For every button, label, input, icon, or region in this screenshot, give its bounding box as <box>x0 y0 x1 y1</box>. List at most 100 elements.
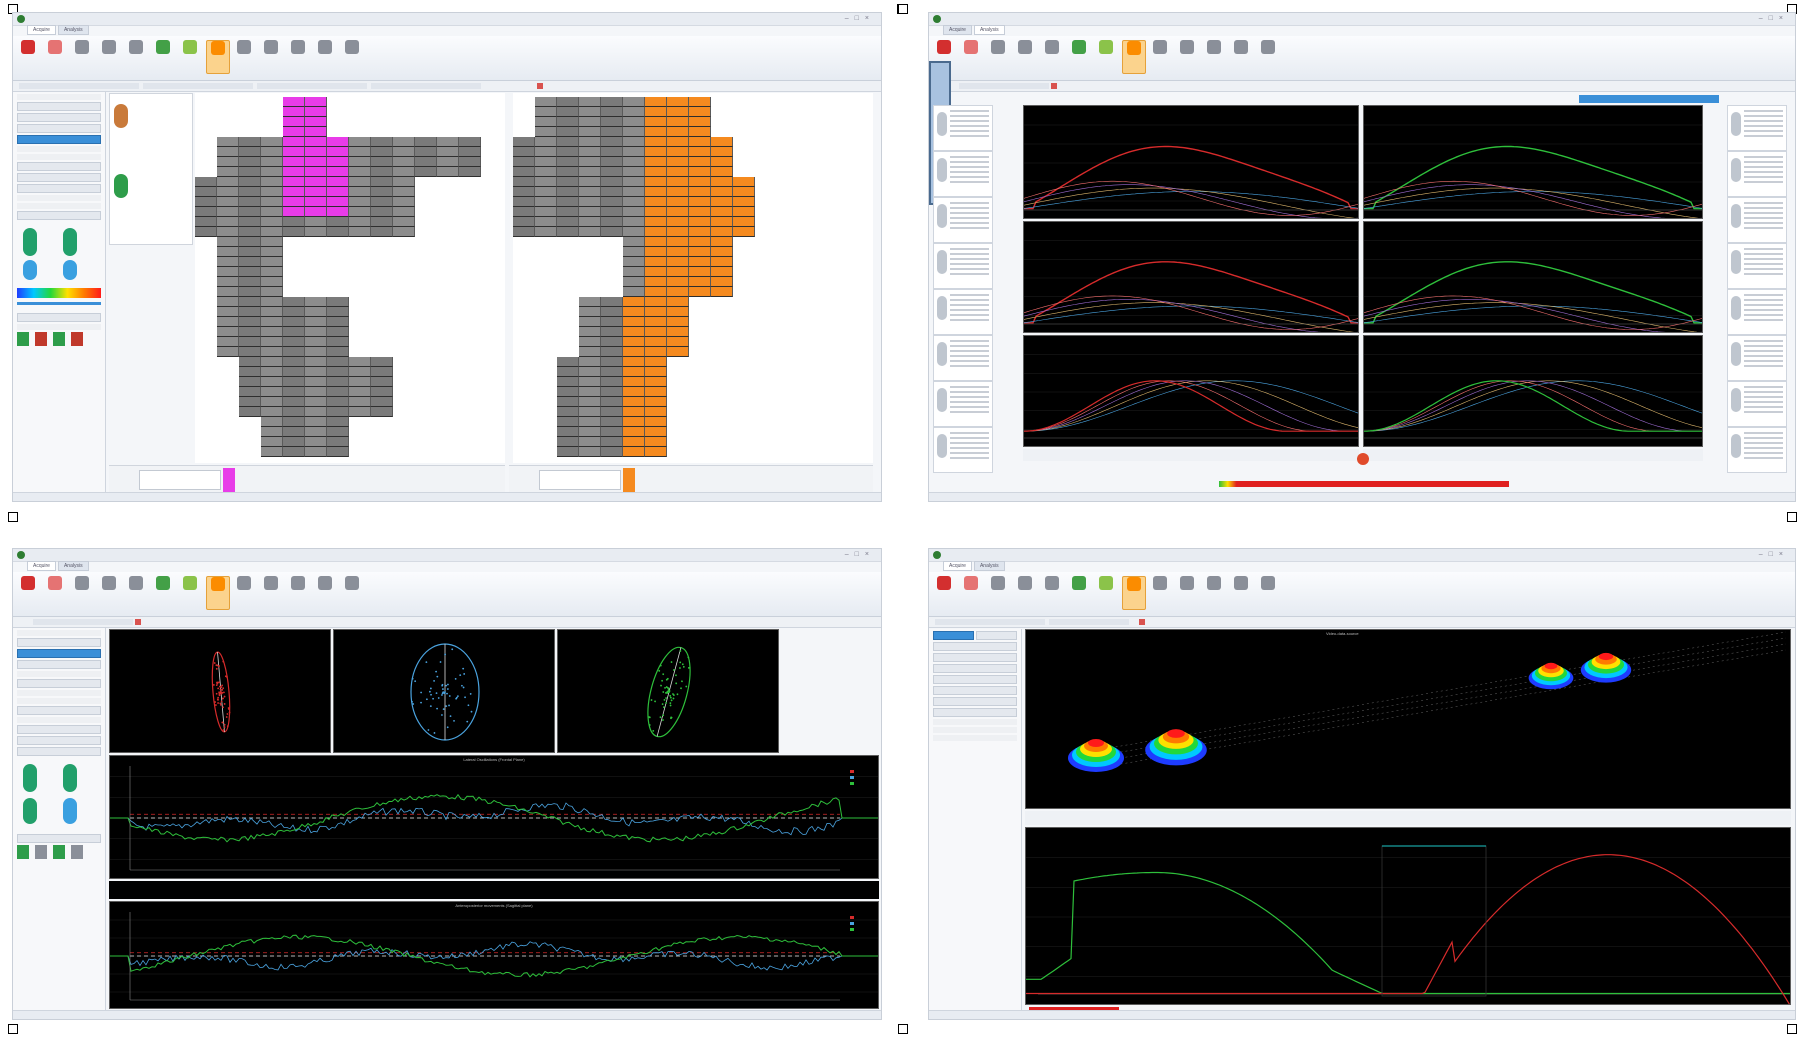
sensor-cell[interactable] <box>327 347 349 357</box>
sensor-cell[interactable] <box>513 207 535 217</box>
zone-sensor-cell[interactable] <box>283 197 305 207</box>
sensor-cell[interactable] <box>349 227 371 237</box>
sensor-cell[interactable] <box>305 417 327 427</box>
stop-record-button[interactable] <box>17 40 39 72</box>
right-foot-pressure-grid[interactable] <box>513 93 873 463</box>
zone-sensor-cell[interactable] <box>645 167 667 177</box>
zone-sensor-cell[interactable] <box>733 187 755 197</box>
sensor-cell[interactable] <box>305 217 327 227</box>
balance-button[interactable] <box>1014 576 1036 608</box>
sample-card[interactable] <box>933 289 993 335</box>
sensor-cell[interactable] <box>371 207 393 217</box>
sensor-cell[interactable] <box>217 157 239 167</box>
sensor-cell[interactable] <box>239 347 261 357</box>
settings-button[interactable] <box>314 576 336 608</box>
sensor-cell[interactable] <box>217 247 239 257</box>
sensor-cell[interactable] <box>557 137 579 147</box>
doc-tab[interactable] <box>935 619 1045 625</box>
panel-tab-selected[interactable] <box>933 631 974 640</box>
sensor-cell[interactable] <box>557 197 579 207</box>
sway-button[interactable] <box>1095 40 1117 72</box>
zone-sensor-cell[interactable] <box>689 237 711 247</box>
sensor-cell[interactable] <box>239 167 261 177</box>
sensor-cell[interactable] <box>557 157 579 167</box>
sensor-cell[interactable] <box>305 357 327 367</box>
sensor-cell[interactable] <box>195 217 217 227</box>
sensor-cell[interactable] <box>623 167 645 177</box>
sensor-cell[interactable] <box>557 227 579 237</box>
chart-left-zone-forces[interactable] <box>1023 335 1359 447</box>
walk-button[interactable] <box>125 40 147 72</box>
zone-sensor-cell[interactable] <box>645 197 667 207</box>
sensor-cell[interactable] <box>261 207 283 217</box>
sensor-cell[interactable] <box>283 307 305 317</box>
sensor-cell[interactable] <box>305 437 327 447</box>
zone-sensor-cell[interactable] <box>645 207 667 217</box>
sensor-cell[interactable] <box>371 177 393 187</box>
sway-button[interactable] <box>179 40 201 72</box>
window-controls[interactable]: –□× <box>1759 551 1789 558</box>
sensor-cell[interactable] <box>601 137 623 147</box>
sensor-cell[interactable] <box>557 357 579 367</box>
doc-tab[interactable] <box>371 83 481 89</box>
sensor-cell[interactable] <box>283 227 305 237</box>
sensor-cell[interactable] <box>579 297 601 307</box>
sensor-cell[interactable] <box>579 107 601 117</box>
window-controls[interactable]: –□× <box>845 551 875 558</box>
sensor-cell[interactable] <box>217 277 239 287</box>
zone-sensor-cell[interactable] <box>667 137 689 147</box>
sensor-cell[interactable] <box>349 157 371 167</box>
sensor-cell[interactable] <box>217 207 239 217</box>
sway-button[interactable] <box>1095 576 1117 608</box>
sensor-cell[interactable] <box>437 137 459 147</box>
sensor-cell[interactable] <box>579 137 601 147</box>
sample-card[interactable] <box>933 151 993 197</box>
tab-analysis[interactable]: Analysis <box>57 25 89 35</box>
sensor-cell[interactable] <box>579 207 601 217</box>
sensor-cell[interactable] <box>349 377 371 387</box>
mode-tab-selected[interactable] <box>1579 95 1719 103</box>
sensor-cell[interactable] <box>601 217 623 227</box>
sensor-cell[interactable] <box>283 297 305 307</box>
gait-button[interactable] <box>206 576 230 610</box>
sensor-cell[interactable] <box>261 437 283 447</box>
sensor-cell[interactable] <box>579 177 601 187</box>
sensor-cell[interactable] <box>195 197 217 207</box>
zone-sensor-cell[interactable] <box>645 327 667 337</box>
sensor-cell[interactable] <box>601 187 623 197</box>
sensor-cell[interactable] <box>283 417 305 427</box>
panel-button[interactable] <box>17 725 101 734</box>
zone-sensor-cell[interactable] <box>645 377 667 387</box>
sensor-cell[interactable] <box>623 177 645 187</box>
sensor-cell[interactable] <box>305 307 327 317</box>
report-button[interactable] <box>1149 576 1171 608</box>
sensor-cell[interactable] <box>305 337 327 347</box>
zone-sensor-cell[interactable] <box>689 207 711 217</box>
sensor-cell[interactable] <box>239 377 261 387</box>
zone-sensor-cell[interactable] <box>645 187 667 197</box>
sensor-cell[interactable] <box>371 187 393 197</box>
zone-sensor-cell[interactable] <box>667 227 689 237</box>
playback-bar-left[interactable] <box>1023 449 1359 461</box>
close-tab-icon[interactable] <box>1051 83 1057 89</box>
sensor-cell[interactable] <box>349 147 371 157</box>
sensor-cell[interactable] <box>557 147 579 157</box>
sensor-cell[interactable] <box>327 417 349 427</box>
zone-sensor-cell[interactable] <box>645 447 667 457</box>
doc-tab[interactable] <box>257 83 367 89</box>
zone-sensor-cell[interactable] <box>689 117 711 127</box>
sensor-cell[interactable] <box>623 137 645 147</box>
sensor-cell[interactable] <box>415 137 437 147</box>
zone-sensor-cell[interactable] <box>689 97 711 107</box>
sensor-cell[interactable] <box>393 157 415 167</box>
zone-sensor-cell[interactable] <box>623 337 645 347</box>
zone-sensor-cell[interactable] <box>667 287 689 297</box>
zone-sensor-cell[interactable] <box>283 127 305 137</box>
sensor-cell[interactable] <box>601 117 623 127</box>
sample-card[interactable] <box>1727 381 1787 427</box>
zone-sensor-cell[interactable] <box>689 277 711 287</box>
sensor-cell[interactable] <box>261 217 283 227</box>
tab-analysis[interactable]: Analysis <box>973 561 1005 571</box>
zone-sensor-cell[interactable] <box>667 127 689 137</box>
sensor-cell[interactable] <box>305 447 327 457</box>
